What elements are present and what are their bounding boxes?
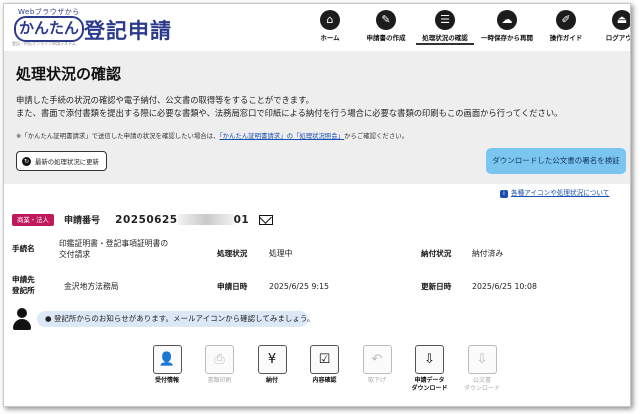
nav-home[interactable]: ⌂ ホーム [304,6,356,50]
applied-label: 申請日時 [217,282,248,291]
content-check-label: 内容確認 [312,377,337,384]
yen-icon: ¥ [257,345,287,374]
nav-create-label: 申請書の作成 [366,34,406,42]
withdraw-button: ↶ 取下げ [352,345,402,393]
nav-guide[interactable]: ✐ 操作ガイド [540,6,592,50]
document-download-icon: ⇩ [467,345,497,374]
logout-icon: ⏏ [612,10,630,30]
category-badge: 商業・法人 [12,213,54,226]
nav-logout[interactable]: ⏏ ログアウト [596,6,630,50]
application-header: 商業・法人 申請番号 20250625 01 [12,209,274,226]
updated-value: 2025/6/25 10:08 [472,282,537,291]
status-value: 処理中 [269,249,293,258]
notice-message: ● 登記所からのお知らせがあります。メールアイコンから確認してみましょう。 [37,311,315,327]
application-number: 20250625 01 [115,214,249,226]
page-banner: 処理状況の確認 申請した手続の状況の確認や電子納付、公文書の取得等をすることがで… [4,51,630,184]
info-icon: i [500,190,508,198]
print-documents-label: 書類印刷 [207,377,232,384]
logo-subtitle: 登記・供託オンライン申請システム [12,41,76,46]
verify-signature-button[interactable]: ダウンロードした公文書の署名を検証 [486,148,626,174]
application-number-suffix: 01 [233,213,250,226]
mail-icon[interactable] [259,214,274,225]
logo-title: 登記申請 [84,19,172,43]
procedure-label: 手続名 [12,244,35,253]
application-number-prefix: 20250625 [115,213,178,226]
support-person-icon [12,308,32,330]
office-label-line-1: 申請先 [12,275,35,284]
main-nav: ⌂ ホーム ✎ 申請書の作成 ☰ 処理状況の確認 ☁ 一時保存から再開 ✐ 操作… [304,6,630,50]
nav-status[interactable]: ☰ 処理状況の確認 [416,6,474,50]
home-icon: ⌂ [320,10,340,30]
redacted-number [177,214,234,225]
notice-text: 登記所からのお知らせがあります。メールアイコンから確認してみましょう。 [53,314,315,323]
procedure-value: 印鑑証明書・登記事項証明書の 交付請求 [59,238,168,260]
logo-kantan: かんたん [14,16,84,42]
icon-help-link[interactable]: i 各種アイコンや処理状況について [500,187,609,198]
book-icon: ✐ [556,10,576,30]
document-search-icon: ☑ [310,345,339,374]
action-buttons: 👤 受付情報 ⎙ 書類印刷 ¥ 納付 ☑ 内容確認 ↶ 取下げ ⇩ 申請データ … [142,345,510,393]
nav-guide-label: 操作ガイド [549,34,583,42]
nav-create[interactable]: ✎ 申請書の作成 [360,6,412,50]
cloud-download-icon: ☁ [497,10,517,30]
download-application-label: 申請データ ダウンロード [405,377,455,393]
refresh-status-button[interactable]: ↻ 最新の処理状況に更新 [16,151,107,171]
download-official-document-label-line-1: 公文書 [472,377,491,384]
procedure-value-line-2: 交付請求 [59,250,91,259]
document-edit-icon: ✎ [376,10,396,30]
withdraw-label: 取下げ [367,377,386,384]
nav-status-label: 処理状況の確認 [416,32,474,45]
note-prefix: ※「かんたん証明書請求」で送信した申請の状況を確認したい場合は、 [16,132,220,140]
person-icon: 👤 [152,345,182,374]
page-note: ※「かんたん証明書請求」で送信した申請の状況を確認したい場合は、「かんたん証明書… [16,131,408,140]
payment-value: 納付済み [472,249,504,258]
office-label-line-2: 登記所 [12,286,35,295]
status-inquiry-link[interactable]: 「かんたん証明書請求」の「処理状況照会」 [219,132,344,140]
receipt-info-label: 受付情報 [154,377,179,384]
receipt-info-button[interactable]: 👤 受付情報 [142,345,192,393]
procedure-value-line-1: 印鑑証明書・登記事項証明書の [59,239,169,248]
withdraw-icon: ↶ [362,345,392,374]
page-description: 申請した手続の状況の確認や電子納付、公文書の取得等をすることができます。 また、… [16,94,562,120]
description-line-1: 申請した手続の状況の確認や電子納付、公文書の取得等をすることができます。 [16,95,314,105]
content-check-button[interactable]: ☑ 内容確認 [300,345,350,393]
download-application-label-line-1: 申請データ [414,377,445,384]
applied-value: 2025/6/25 9:15 [269,282,329,291]
site-logo[interactable]: Webブラウザから かんたん 登記申請 登記・供託オンライン申請システム [10,7,200,47]
office-value: 金沢地方法務局 [64,282,119,291]
updated-label: 更新日時 [421,282,452,291]
refresh-icon: ↻ [22,157,31,166]
nav-home-label: ホーム [320,34,340,42]
download-official-document-label-line-2: ダウンロード [463,385,500,392]
nav-resume[interactable]: ☁ 一時保存から再開 [478,6,536,50]
download-official-document-button: ⇩ 公文書 ダウンロード [457,345,507,393]
nav-resume-label: 一時保存から再開 [481,34,533,42]
status-label: 処理状況 [217,249,248,258]
payment-label: 納付状況 [421,249,452,258]
office-label: 申請先 登記所 [12,274,35,296]
icon-help-label: 各種アイコンや処理状況について [511,189,610,197]
app-window: Webブラウザから かんたん 登記申請 登記・供託オンライン申請システム ⌂ ホ… [3,3,631,407]
description-line-2: また、書面で添付書類を提出する際に必要な書類や、法務局窓口で印紙による納付を行う… [16,108,563,118]
payment-button-label: 納付 [265,377,278,384]
download-official-document-label: 公文書 ダウンロード [457,377,507,393]
note-suffix: からご確認ください。 [344,132,408,140]
refresh-status-label: 最新の処理状況に更新 [35,158,99,166]
download-application-button[interactable]: ⇩ 申請データ ダウンロード [405,345,455,393]
printer-icon: ⎙ [205,345,234,374]
nav-logout-label: ログアウト [605,34,630,42]
download-icon: ⇩ [415,345,444,374]
list-check-icon: ☰ [435,10,455,30]
page-title: 処理状況の確認 [16,65,122,83]
payment-button[interactable]: ¥ 納付 [247,345,297,393]
application-number-label: 申請番号 [64,216,101,226]
download-application-label-line-2: ダウンロード [411,385,448,392]
print-documents-button: ⎙ 書類印刷 [195,345,245,393]
header: Webブラウザから かんたん 登記申請 登記・供託オンライン申請システム ⌂ ホ… [4,4,630,51]
